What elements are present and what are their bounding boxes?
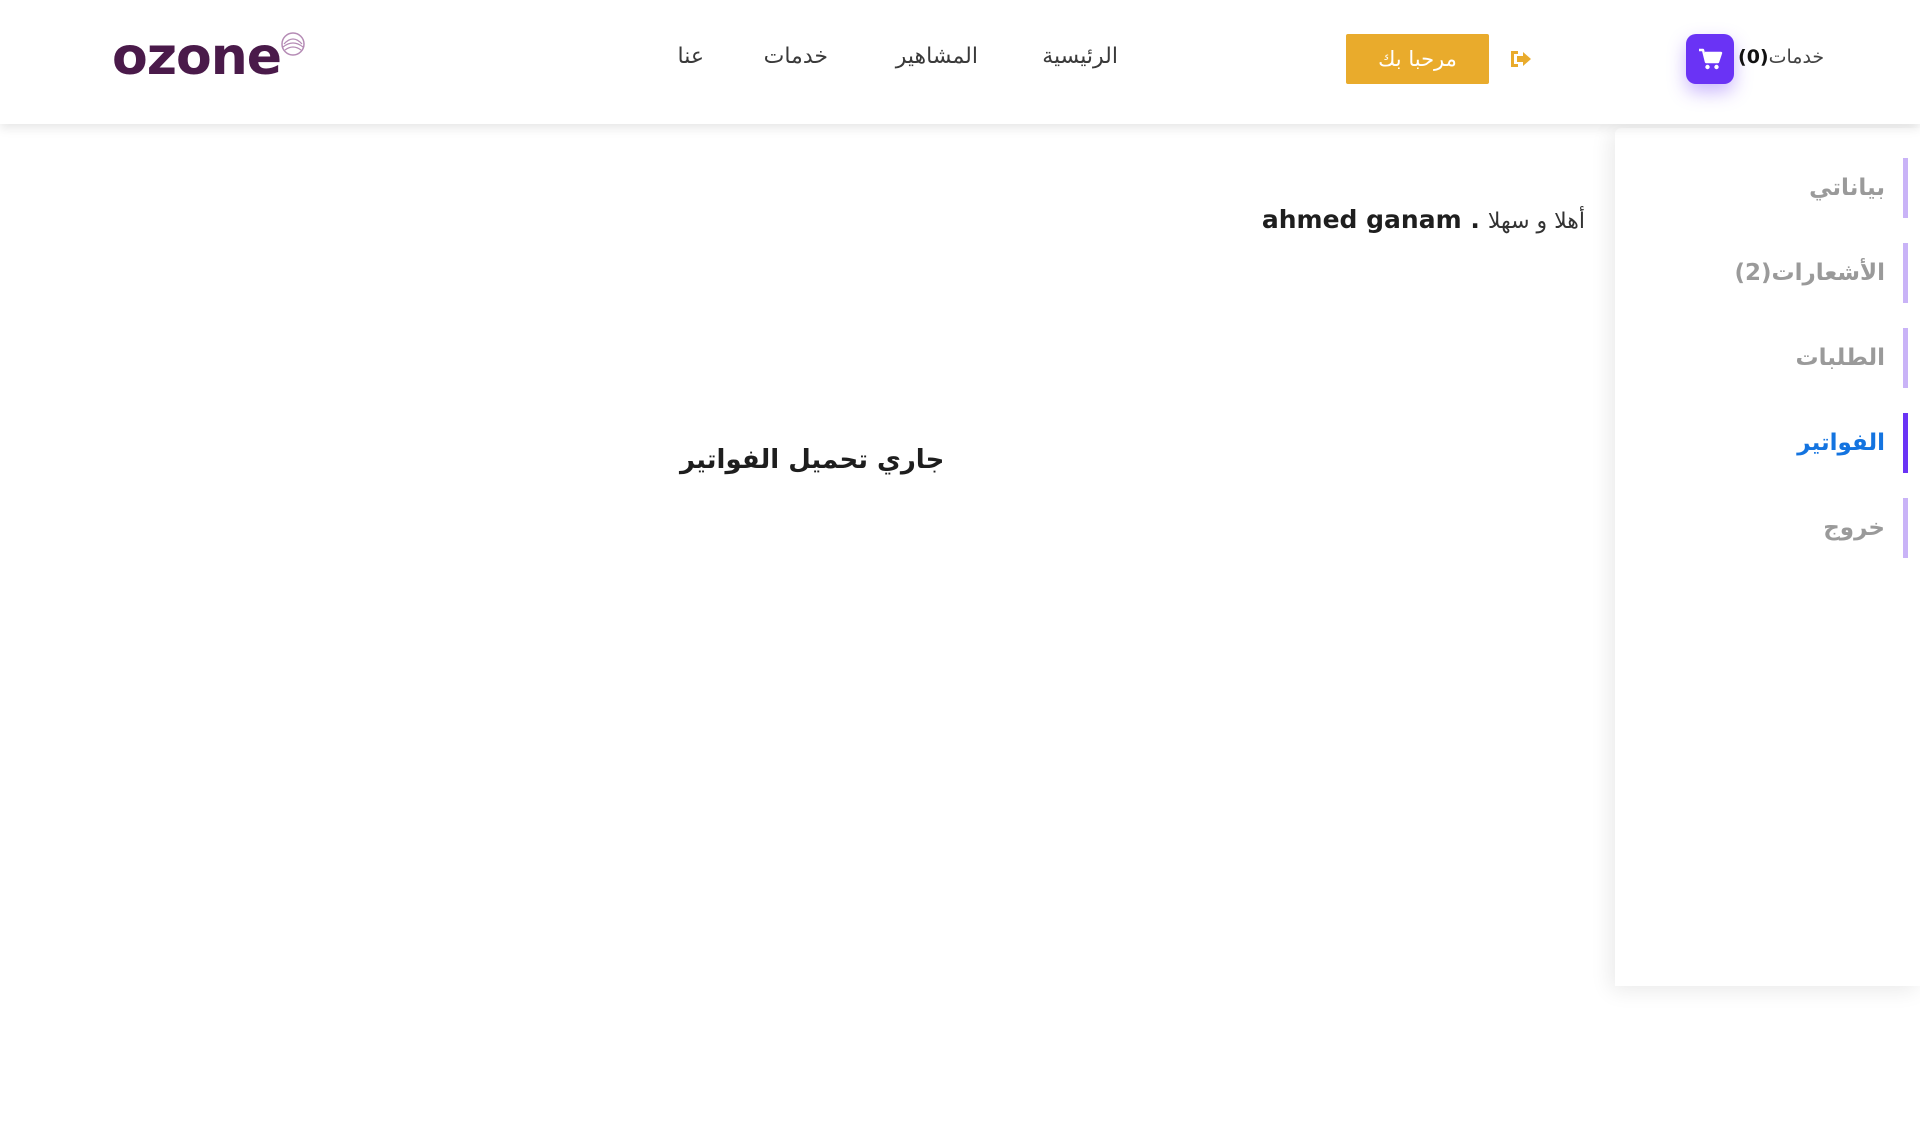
sidebar-item-label: خروج [1823, 515, 1885, 541]
sidebar-item-label: الطلبات [1795, 345, 1885, 371]
top-header: ozone الرئيسية المشاهير خدمات عنا مرحبا … [0, 0, 1920, 124]
shopping-cart-icon [1697, 46, 1723, 72]
nav-home-link[interactable]: الرئيسية [1042, 44, 1118, 69]
user-name: ahmed ganam . [1261, 205, 1480, 234]
sign-out-icon[interactable] [1508, 46, 1534, 72]
sidebar-item-label: الفواتير [1797, 430, 1885, 456]
nav-about-link[interactable]: عنا [678, 44, 704, 69]
cart-summary[interactable]: خدمات(0) [1738, 46, 1824, 68]
cart-count: (0) [1738, 46, 1769, 68]
sidebar-item-invoices[interactable]: الفواتير [1648, 413, 1908, 473]
cart-services-label: خدمات [1768, 46, 1825, 68]
logo-text: ozone [112, 30, 281, 86]
sidebar-item-label: بياناتي [1809, 175, 1885, 201]
sidebar-item-notifications[interactable]: الأشعارات(2) [1648, 243, 1908, 303]
welcome-button[interactable]: مرحبا بك [1346, 34, 1489, 84]
ozone-logo[interactable]: ozone [110, 30, 310, 86]
nav-celebrities-link[interactable]: المشاهير [896, 44, 978, 69]
invoices-loading-message: جاري تحميل الفواتير [680, 445, 945, 475]
account-sidebar: بياناتي الأشعارات(2) الطلبات الفواتير خر… [1615, 128, 1920, 986]
sidebar-item-my-data[interactable]: بياناتي [1648, 158, 1908, 218]
sidebar-item-label: الأشعارات(2) [1734, 260, 1885, 286]
user-greeting: أهلا و سهلا ahmed ganam . [1262, 205, 1585, 234]
sidebar-item-orders[interactable]: الطلبات [1648, 328, 1908, 388]
sidebar-item-logout[interactable]: خروج [1648, 498, 1908, 558]
greeting-prefix: أهلا و سهلا [1487, 209, 1585, 234]
cart-button[interactable] [1686, 34, 1734, 84]
nav-services-link[interactable]: خدمات [764, 44, 828, 69]
